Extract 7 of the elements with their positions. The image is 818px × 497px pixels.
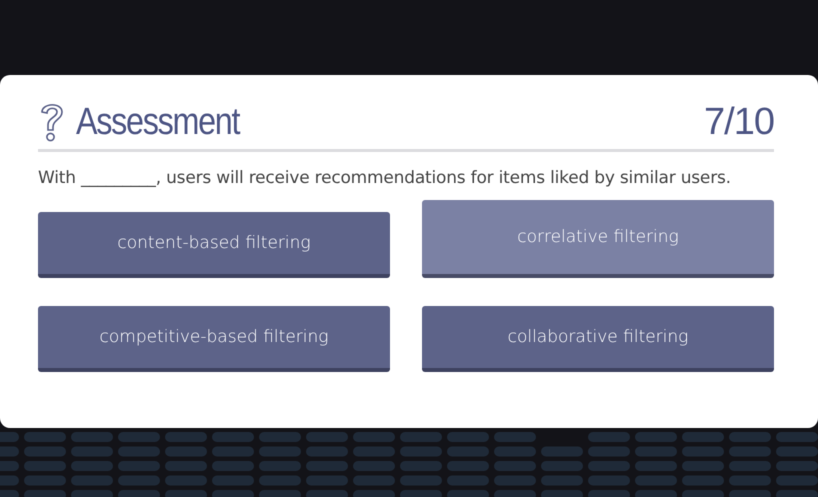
question-counter: 7/10 (704, 100, 774, 144)
answer-button[interactable]: competitive-based filtering (38, 306, 390, 372)
answer-button[interactable]: content-based filtering (38, 212, 390, 278)
answer-button[interactable]: collaborative filtering (422, 306, 774, 372)
question-text: With _________, users will receive recommendations for items liked by similar users. (38, 168, 732, 188)
assessment-title: Assessment (76, 100, 241, 144)
answer-button[interactable]: correlative filtering (422, 200, 774, 278)
